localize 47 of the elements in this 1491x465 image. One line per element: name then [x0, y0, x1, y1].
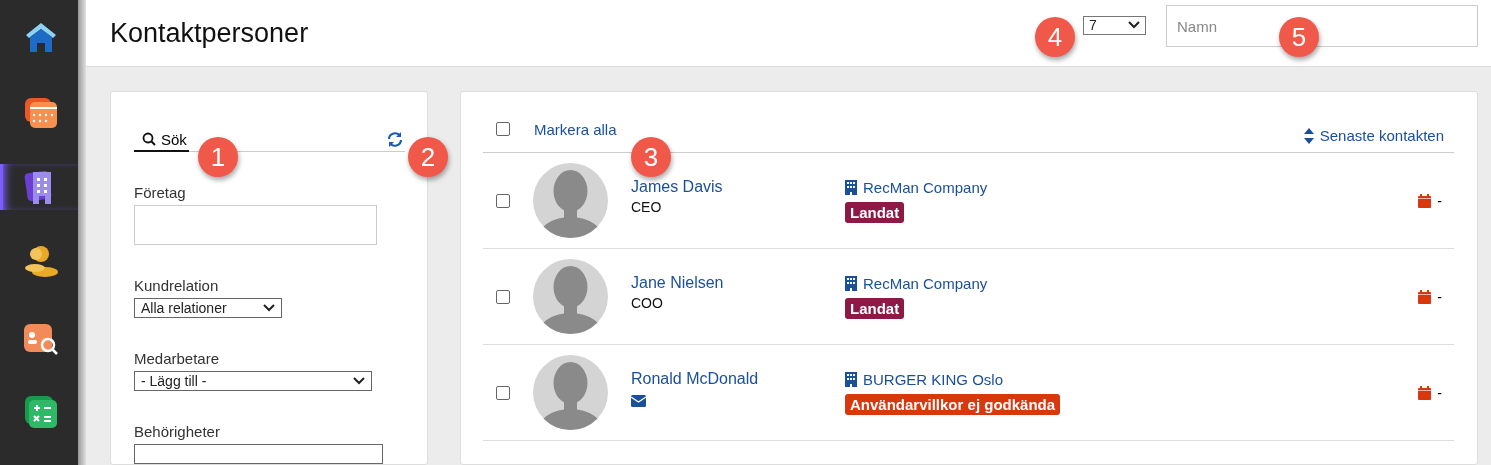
caret-icon — [353, 377, 365, 385]
calendar-icon — [1418, 385, 1432, 400]
calendar-icon — [1418, 289, 1432, 304]
contact-name[interactable]: Ronald McDonald — [631, 370, 845, 388]
job-title: CEO — [631, 199, 663, 215]
last-contact-date: - — [1437, 384, 1442, 401]
job-title: COO — [631, 295, 664, 311]
filter-select[interactable]: Alla relationer — [134, 298, 282, 318]
filter-label: Medarbetare — [134, 350, 221, 367]
status-tag: Landat — [845, 201, 905, 223]
contact-name[interactable]: Jane Nielsen — [631, 274, 845, 292]
caret-icon — [1128, 21, 1140, 29]
page-title: Kontaktpersoner — [110, 17, 309, 49]
search-tab[interactable]: Sök — [134, 128, 189, 152]
filter-label: Behörigheter — [134, 423, 221, 440]
envelope-icon[interactable] — [631, 395, 646, 407]
last-contact-date: - — [1437, 288, 1442, 305]
sort-link[interactable]: Senaste kontakten — [1303, 127, 1444, 144]
last-contact-date: - — [1437, 192, 1442, 209]
company-field[interactable] — [134, 205, 377, 245]
filter-select[interactable] — [134, 444, 383, 464]
contact-name[interactable]: James Davis — [631, 178, 845, 196]
row-checkbox[interactable] — [496, 385, 510, 400]
refresh-icon[interactable] — [387, 132, 403, 147]
row-checkbox[interactable] — [496, 289, 510, 304]
company-link[interactable]: RecMan Company — [863, 274, 988, 292]
select-all-link[interactable]: Markera alla — [534, 121, 617, 138]
calculator-icon[interactable] — [22, 394, 59, 430]
calendar-icon — [1418, 193, 1432, 208]
select-all-checkbox[interactable] — [496, 122, 510, 136]
building-icon — [845, 371, 857, 387]
company-link[interactable]: BURGER KING Oslo — [863, 370, 1004, 388]
page-size-select[interactable]: 7 — [1083, 15, 1146, 35]
sort-icon — [1303, 127, 1314, 144]
building-icon — [845, 179, 857, 195]
row-checkbox[interactable] — [496, 193, 510, 208]
filter-select[interactable]: - Lägg till - — [134, 371, 372, 391]
status-tag: Användarvillkor ej godkända — [845, 393, 1061, 415]
status-tag: Landat — [845, 297, 905, 319]
caret-icon — [263, 304, 275, 312]
building-icon — [845, 275, 857, 291]
search-icon — [142, 132, 156, 146]
company-link[interactable]: RecMan Company — [863, 178, 988, 196]
filter-label: Företag — [134, 184, 187, 201]
filter-label: Kundrelation — [134, 277, 220, 294]
people-icon[interactable] — [22, 244, 59, 280]
step-number-badge: 2 — [408, 137, 448, 177]
